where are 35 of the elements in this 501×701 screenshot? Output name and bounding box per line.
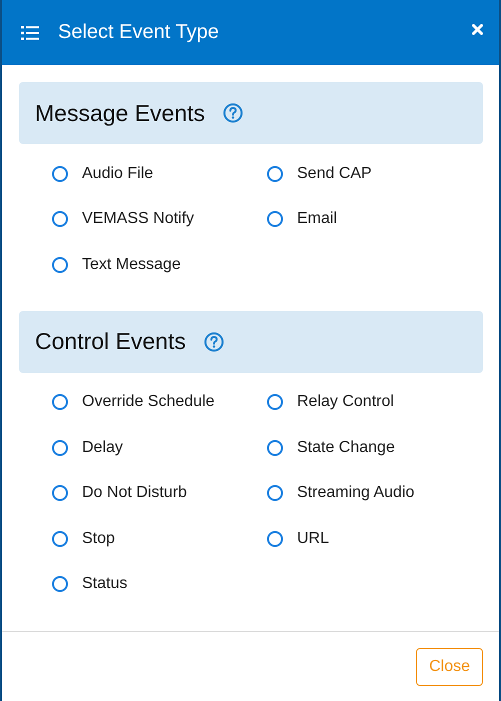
help-icon[interactable]	[204, 332, 224, 352]
radio-button[interactable]	[267, 211, 283, 228]
radio-button[interactable]	[52, 530, 68, 547]
radio-option[interactable]: Status	[52, 562, 267, 607]
section-title: Control Events	[35, 328, 186, 355]
radio-option[interactable]: Override Schedule	[52, 380, 267, 425]
radio-option[interactable]: Streaming Audio	[267, 470, 483, 516]
close-icon[interactable]	[472, 24, 483, 35]
section-title: Message Events	[35, 100, 206, 126]
radio-button[interactable]	[267, 394, 283, 410]
list-icon	[21, 26, 39, 40]
radio-button[interactable]	[52, 576, 68, 592]
help-icon[interactable]	[223, 103, 244, 123]
radio-option[interactable]: Delay	[52, 425, 267, 470]
radio-option[interactable]: Text Message	[52, 242, 267, 288]
radio-option[interactable]: Stop	[52, 516, 267, 562]
radio-option[interactable]: VEMASS Notify	[52, 196, 267, 242]
radio-button[interactable]	[52, 211, 68, 228]
radio-button[interactable]	[52, 256, 68, 273]
radio-button[interactable]	[267, 166, 283, 182]
radio-option[interactable]: URL	[267, 516, 483, 562]
radio-button[interactable]	[267, 485, 283, 502]
radio-button[interactable]	[267, 440, 283, 456]
radio-button[interactable]	[52, 166, 68, 182]
radio-option[interactable]: Send CAP	[267, 151, 483, 196]
radio-option[interactable]: Do Not Disturb	[52, 470, 267, 516]
radio-option[interactable]: Audio File	[52, 151, 267, 196]
radio-option[interactable]: Relay Control	[267, 380, 483, 425]
radio-option[interactable]: State Change	[267, 425, 483, 470]
dialog-title: Select Event Type	[58, 21, 220, 44]
radio-button[interactable]	[52, 440, 68, 456]
radio-button[interactable]	[267, 530, 283, 547]
radio-button[interactable]	[52, 485, 68, 502]
radio-button[interactable]	[52, 394, 68, 410]
radio-option[interactable]: Email	[267, 196, 483, 242]
